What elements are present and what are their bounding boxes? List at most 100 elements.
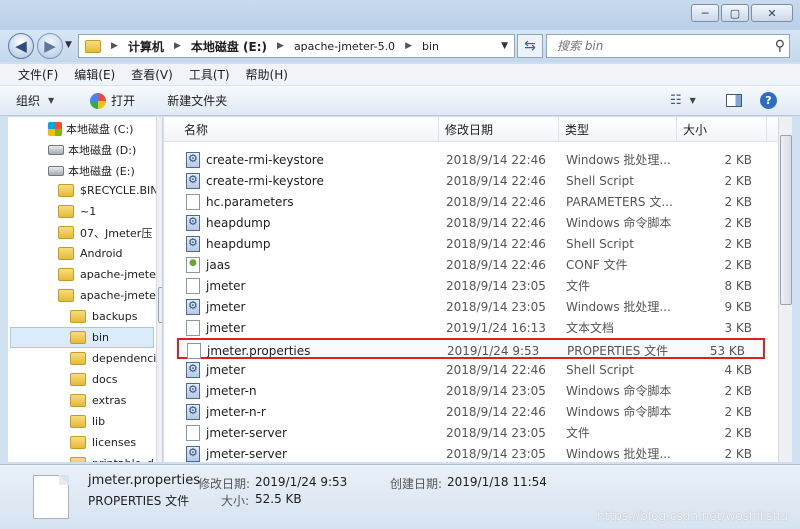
tree-folder[interactable]: apache-jmete (58, 285, 156, 306)
maximize-button[interactable]: ▢ (721, 4, 749, 22)
chevron-right-icon[interactable]: ▶ (399, 41, 418, 51)
tree-folder[interactable]: $RECYCLE.BIN (58, 180, 158, 201)
menu-edit[interactable]: 编辑(E) (66, 66, 123, 83)
file-row[interactable]: create-rmi-keystore 2018/9/14 22:46 Window… (178, 149, 770, 170)
menu-tools[interactable]: 工具(T) (181, 66, 238, 83)
tree-folder[interactable]: apache-jmete (58, 264, 156, 285)
menu-file[interactable]: 文件(F) (10, 66, 66, 83)
file-row[interactable]: jmeter 2018/9/14 23:05 Windows 批处理... 9 KB (178, 296, 770, 317)
column-size[interactable]: 大小 (677, 117, 767, 142)
crumb-computer[interactable]: 计算机 (124, 35, 168, 57)
minimize-button[interactable]: ─ (691, 4, 719, 22)
tree-folder[interactable]: 07、Jmeter压 (58, 222, 152, 243)
back-button[interactable]: ◀ (8, 33, 34, 59)
file-row-selected[interactable]: jmeter.properties 2019/1/24 9:53 PROPERTIE… (177, 338, 765, 359)
details-pane: jmeter.properties PROPERTIES 文件 修改日期: 20… (0, 464, 800, 529)
file-date: 2019/1/24 9:53 (447, 343, 540, 358)
file-list-scrollbar[interactable] (778, 117, 792, 462)
details-modified-label: 修改日期: (198, 477, 251, 491)
file-row[interactable]: jmeter 2019/1/24 16:13 文本文档 3 KB (178, 317, 770, 338)
menu-view[interactable]: 查看(V) (123, 66, 181, 83)
help-button[interactable]: ? (750, 86, 787, 115)
nav-scrollbar-thumb[interactable] (158, 287, 162, 323)
open-label: 打开 (111, 94, 136, 108)
nav-scrollbar[interactable] (156, 117, 162, 462)
tree-drive-d[interactable]: 本地磁盘 (D:) (48, 139, 136, 160)
tree-subfolder[interactable]: backups (70, 306, 138, 327)
open-button[interactable]: 打开 (80, 86, 145, 115)
tree-subfolder[interactable]: docs (70, 369, 118, 390)
file-row[interactable]: jmeter-server 2018/9/14 23:05 Windows 批处理.… (178, 443, 770, 462)
tree-drive-e[interactable]: 本地磁盘 (E:) (48, 160, 135, 181)
file-icon (186, 277, 200, 294)
file-name-label: create-rmi-keystore (206, 173, 324, 188)
tree-folder[interactable]: Android (58, 243, 123, 264)
tree-subfolder[interactable]: extras (70, 390, 126, 411)
crumb-jmeter[interactable]: apache-jmeter-5.0 (290, 35, 399, 57)
search-input[interactable] (547, 39, 757, 53)
tree-drive-c[interactable]: 本地磁盘 (C:) (48, 118, 133, 139)
folder-icon (58, 184, 74, 197)
search-icon[interactable]: ⚲ (775, 38, 785, 54)
file-row[interactable]: jmeter 2018/9/14 23:05 文件 8 KB (178, 275, 770, 296)
tree-folder[interactable]: ~1 (58, 201, 96, 222)
view-options-button[interactable]: ☷ ▼ (660, 86, 706, 115)
address-dropdown-icon[interactable]: ▼ (501, 41, 508, 51)
tree-subfolder-selected[interactable]: bin (10, 327, 154, 348)
details-created-value: 2019/1/18 11:54 (447, 475, 547, 489)
tree-label: Android (80, 247, 123, 260)
new-folder-button[interactable]: 新建文件夹 (157, 86, 237, 115)
file-row[interactable]: heapdump 2018/9/14 22:46 Shell Script 2 KB (178, 233, 770, 254)
script-file-icon (186, 403, 200, 420)
file-row[interactable]: jmeter-n-r 2018/9/14 22:46 Windows 命令脚本 2 K… (178, 401, 770, 422)
close-button[interactable]: ✕ (751, 4, 793, 22)
file-size: 9 KB (724, 299, 752, 314)
tree-label: 本地磁盘 (E:) (68, 164, 135, 178)
crumb-bin[interactable]: bin (418, 35, 443, 57)
tree-label: backups (92, 310, 138, 323)
file-row[interactable]: jaas 2018/9/14 22:46 CONF 文件 2 KB (178, 254, 770, 275)
tree-subfolder[interactable]: licenses (70, 432, 136, 453)
address-row: ◀ ▶ ▼ ▶ 计算机 ▶ 本地磁盘 (E:) ▶ apache-jmeter-… (0, 30, 800, 62)
organize-button[interactable]: 组织 ▼ (0, 86, 64, 115)
preview-pane-button[interactable] (716, 86, 752, 115)
file-date: 2018/9/14 23:05 (446, 299, 546, 314)
tree-subfolder[interactable]: dependenci (70, 348, 156, 369)
file-icon (186, 193, 200, 210)
file-icon (186, 424, 200, 441)
file-row[interactable]: jmeter 2018/9/14 22:46 Shell Script 4 KB (178, 359, 770, 380)
file-row[interactable]: jmeter-n 2018/9/14 23:05 Windows 命令脚本 2 KB (178, 380, 770, 401)
folder-icon (70, 310, 86, 323)
file-type: PROPERTIES 文件 (567, 344, 669, 358)
search-box[interactable]: ⚲ (546, 34, 790, 58)
refresh-button[interactable]: ⇆ (517, 34, 543, 58)
column-name[interactable]: 名称 (176, 117, 439, 142)
recent-pages-dropdown[interactable]: ▼ (65, 40, 72, 50)
crumb-drive-e[interactable]: 本地磁盘 (E:) (187, 35, 271, 57)
file-row[interactable]: jmeter-server 2018/9/14 23:05 文件 2 KB (178, 422, 770, 443)
command-bar: 组织 ▼ 打开 新建文件夹 ☷ ▼ ? (0, 86, 800, 116)
file-list-scrollbar-thumb[interactable] (780, 135, 792, 305)
tree-subfolder[interactable]: printable_d (70, 453, 154, 462)
column-type[interactable]: 类型 (559, 117, 677, 142)
column-date[interactable]: 修改日期 (439, 117, 559, 142)
file-size: 2 KB (724, 194, 752, 209)
file-list: 名称 修改日期 类型 大小 create-rmi-keystore 2018/9/… (164, 117, 792, 462)
chevron-right-icon[interactable]: ▶ (271, 41, 290, 51)
chevron-right-icon[interactable]: ▶ (168, 41, 187, 51)
file-date: 2018/9/14 23:05 (446, 278, 546, 293)
file-row[interactable]: create-rmi-keystore 2018/9/14 22:46 Shell … (178, 170, 770, 191)
tree-subfolder[interactable]: lib (70, 411, 105, 432)
forward-button[interactable]: ▶ (37, 33, 63, 59)
file-name: jmeter (186, 317, 245, 338)
address-bar[interactable]: ▶ 计算机 ▶ 本地磁盘 (E:) ▶ apache-jmeter-5.0 ▶ … (78, 34, 515, 58)
file-date: 2018/9/14 22:46 (446, 236, 546, 251)
menu-help[interactable]: 帮助(H) (238, 66, 296, 83)
file-name-label: jmeter.properties (207, 343, 311, 358)
file-type: Windows 批处理... (566, 300, 671, 314)
file-name-label: jmeter-server (206, 425, 287, 440)
file-row[interactable]: heapdump 2018/9/14 22:46 Windows 命令脚本 2 KB (178, 212, 770, 233)
drive-icon (48, 165, 64, 176)
file-row[interactable]: hc.parameters 2018/9/14 22:46 PARAMETERS 文… (178, 191, 770, 212)
chevron-right-icon[interactable]: ▶ (105, 41, 124, 51)
